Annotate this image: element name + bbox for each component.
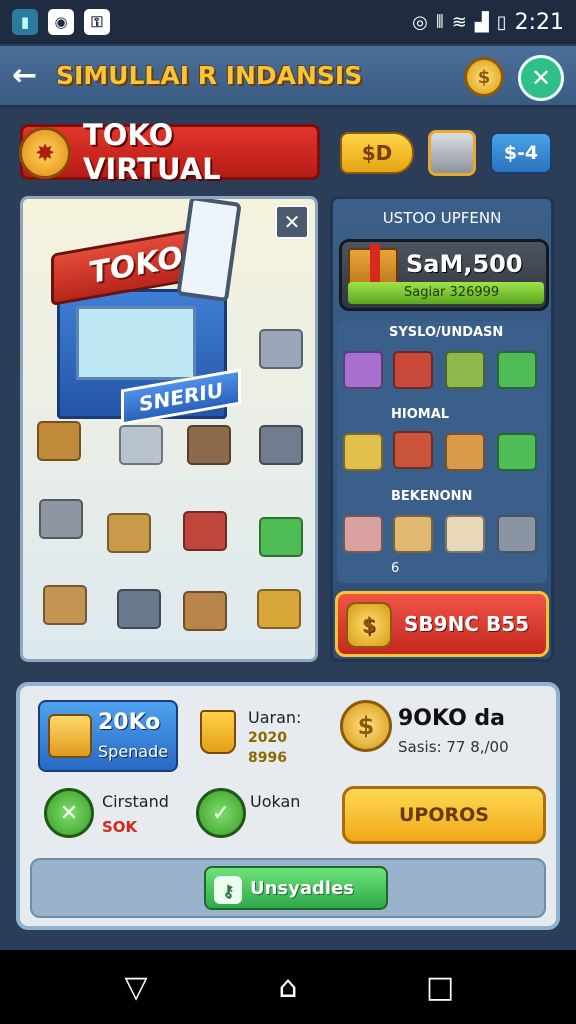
item-icon[interactable] (343, 433, 383, 471)
check-label: Uokan (250, 792, 301, 811)
item-icon[interactable] (497, 515, 537, 553)
vpn-icon: ⚿ (84, 9, 110, 35)
machine-icon[interactable] (257, 589, 301, 629)
camera-icon: ◉ (48, 9, 74, 35)
stack-icon (48, 714, 92, 758)
confirm-button[interactable]: ⚷ Unsyadles (204, 866, 388, 910)
recents-nav-icon[interactable]: □ (410, 970, 470, 1005)
cup-icon (200, 710, 236, 754)
price-tag-gold[interactable]: $D (340, 132, 414, 174)
shelf-icon[interactable] (39, 499, 83, 539)
item-grid: SYSLO/UNDASN HIOMAL BEKENONN 6 (337, 321, 547, 583)
key-icon: ⚷ (214, 876, 242, 904)
eye-icon: ◎ (412, 11, 428, 33)
item-icon[interactable] (393, 431, 433, 469)
section-label: SYSLO/UNDASN (389, 325, 504, 340)
system-nav-bar: ▽ ⌂ □ (0, 950, 576, 1024)
status-icons: ◎ ⦀ ≋ ▟ ▯ 2:21 (412, 10, 564, 35)
item-icon[interactable] (445, 433, 485, 471)
crate-icon[interactable] (37, 421, 81, 461)
star-badge-icon: ✸ (19, 127, 71, 179)
store-screen (76, 306, 196, 380)
storage-box-icon[interactable] (428, 130, 476, 176)
app-title: SIMULLAI R INDANSIS (56, 61, 363, 90)
stock-label: Spenade (98, 742, 169, 761)
mat-icon[interactable] (259, 517, 303, 557)
item-icon[interactable] (343, 515, 383, 553)
battery-icon: ▯ (496, 11, 507, 33)
tools-value: SOK (102, 818, 138, 836)
cup-value-1: 2020 (248, 730, 287, 746)
app-bar: ← SIMULLAI R INDANSIS $ ✕ (0, 46, 576, 108)
laptop-icon[interactable] (259, 329, 303, 369)
item-icon[interactable] (393, 515, 433, 553)
box-stack-icon[interactable] (107, 513, 151, 553)
parcel-icon[interactable] (43, 585, 87, 625)
stock-value: 20Ko (98, 710, 161, 735)
item-icon[interactable] (497, 433, 537, 471)
coin-icon[interactable]: $ (464, 57, 504, 97)
cup-label: Uaran: (248, 708, 302, 727)
coin-total: 9OKO da (398, 706, 506, 731)
item-icon[interactable] (497, 351, 537, 389)
item-icon[interactable] (445, 515, 485, 553)
back-arrow-icon[interactable]: ← (12, 58, 56, 93)
home-nav-icon[interactable]: ⌂ (258, 970, 318, 1005)
buy-button[interactable]: $ SB9NC B55 (335, 591, 549, 657)
coin-subtotal: Sasis: 77 8,/00 (398, 738, 509, 756)
item-icon[interactable] (343, 351, 383, 389)
cash-box: SaM,500 O Sagiar 326999 (339, 239, 549, 311)
money-bag-icon: $ (346, 602, 392, 648)
crate-icon[interactable] (183, 591, 227, 631)
cart-icon[interactable] (259, 425, 303, 465)
action-strip: ⚷ Unsyadles (30, 858, 546, 918)
printer-icon[interactable] (187, 425, 231, 465)
wifi-icon: ≋ (451, 11, 467, 33)
upgrade-button[interactable]: UPOROS (342, 786, 546, 844)
cup-value-2: 8996 (248, 750, 287, 766)
status-time: 2:21 (514, 9, 564, 35)
section-label: HIOMAL (391, 407, 450, 422)
section-label: BEKENONN (391, 489, 473, 504)
tools-label: Cirstand (102, 792, 169, 811)
store-illustration: ✕ TOKO SNERIU (20, 196, 318, 662)
price-tag-blue[interactable]: $-4 (490, 132, 552, 174)
app-icon: ▮ (12, 9, 38, 35)
panel-title: USTOO UPFENN (382, 209, 502, 227)
cash-subtitle: Sagiar 326999 (348, 282, 544, 304)
item-icon[interactable] (393, 351, 433, 389)
close-icon[interactable]: ✕ (275, 205, 309, 239)
close-button[interactable]: ✕ (518, 55, 564, 101)
back-nav-icon[interactable]: ▽ (106, 970, 166, 1005)
stock-card[interactable]: 20Ko Spenade (38, 700, 178, 772)
shop-title: TOKO VIRTUAL (83, 118, 221, 186)
item-icon[interactable] (445, 351, 485, 389)
cart-icon[interactable] (117, 589, 161, 629)
laptop-icon[interactable] (119, 425, 163, 465)
status-bar: ▮ ◉ ⚿ ◎ ⦀ ≋ ▟ ▯ 2:21 (0, 0, 576, 44)
tools-icon[interactable]: ✕ (44, 788, 94, 838)
shop-header: ✸ TOKO VIRTUAL (19, 118, 320, 186)
coin-icon: $ (340, 700, 392, 752)
vibrate-icon: ⦀ (435, 11, 444, 33)
confirm-button-label: Unsyadles (250, 877, 355, 899)
upgrade-panel: USTOO UPFENN SaM,500 O Sagiar 326999 SYS… (330, 196, 554, 662)
item-count: 6 (391, 561, 400, 576)
buy-button-label: SB9NC B55 (404, 612, 530, 636)
signal-icon: ▟ (474, 11, 489, 33)
stats-panel: 20Ko Spenade Uaran: 2020 8996 $ 9OKO da … (16, 682, 560, 930)
register-icon[interactable] (183, 511, 227, 551)
check-icon[interactable]: ✓ (196, 788, 246, 838)
